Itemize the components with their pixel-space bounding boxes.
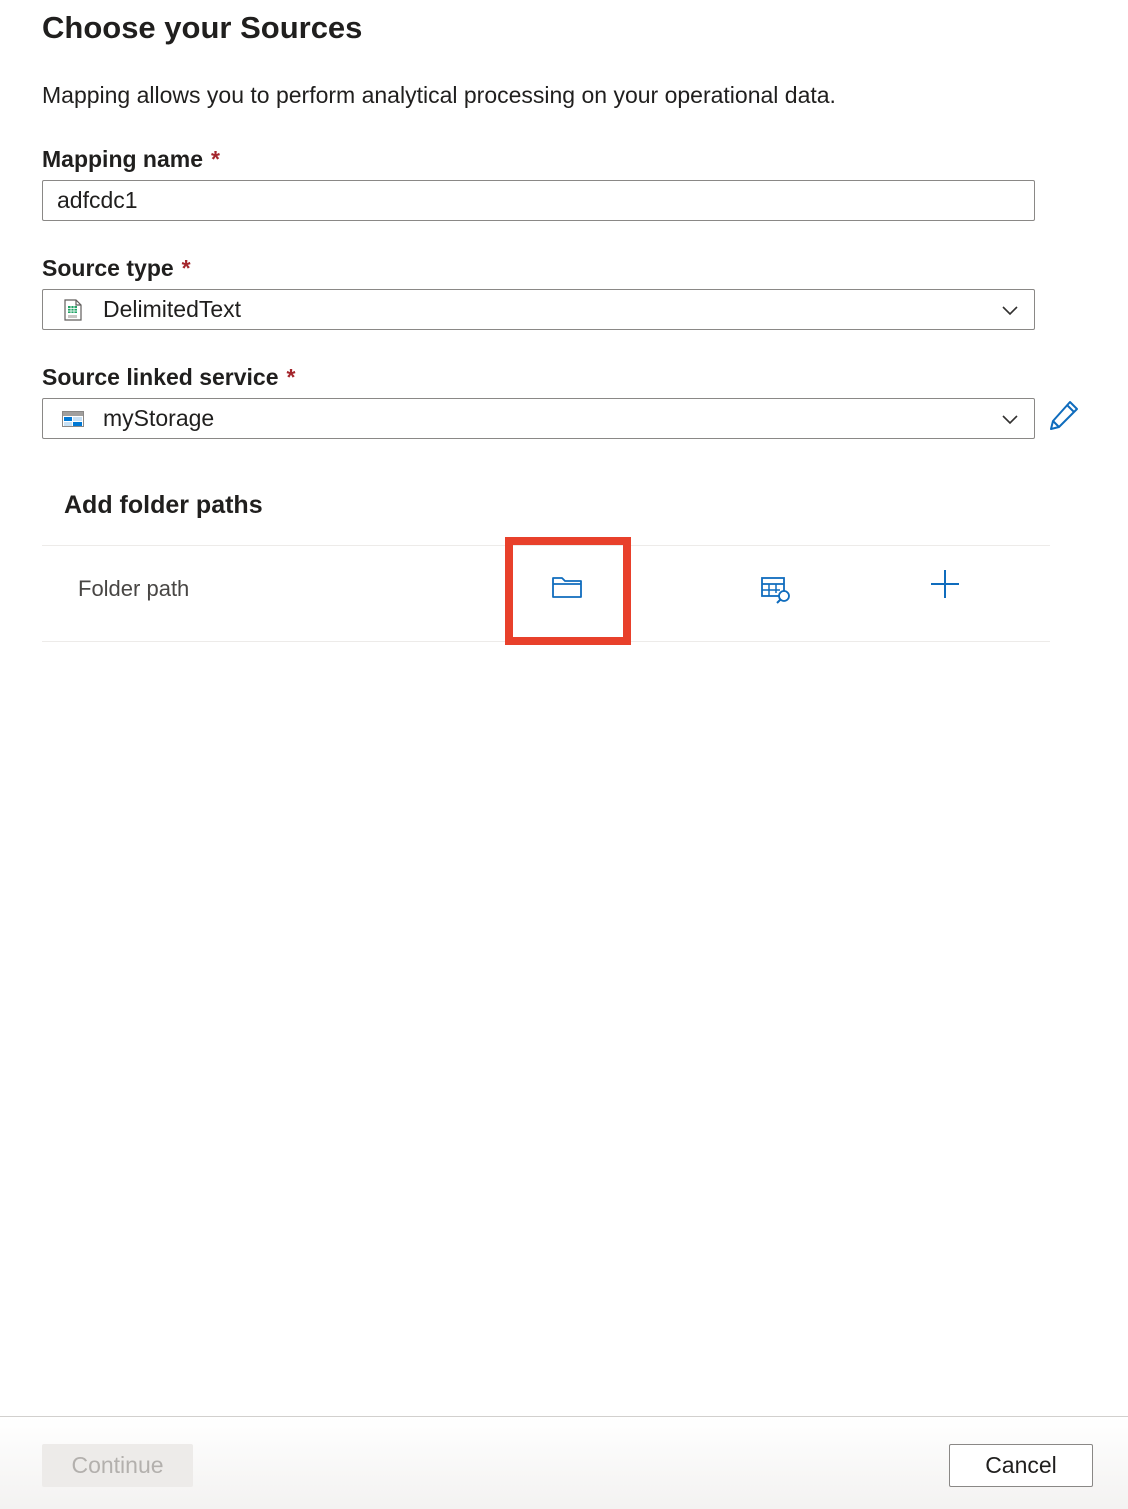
page-title: Choose your Sources xyxy=(42,10,363,45)
mapping-name-label-text: Mapping name xyxy=(42,146,204,172)
source-linked-service-label-text: Source linked service xyxy=(42,364,279,390)
highlight-box xyxy=(505,537,631,645)
chevron-down-icon xyxy=(1000,409,1020,429)
cancel-button[interactable]: Cancel xyxy=(949,1444,1093,1487)
mapping-name-label: Mapping name * xyxy=(42,146,220,173)
csv-file-icon xyxy=(61,298,85,322)
edit-linked-service-button[interactable] xyxy=(1046,400,1082,434)
required-asterisk: * xyxy=(286,364,296,390)
source-type-label-text: Source type xyxy=(42,255,174,281)
footer-bar: Continue Cancel xyxy=(0,1416,1128,1509)
source-linked-service-dropdown[interactable]: myStorage xyxy=(42,398,1035,439)
chevron-down-icon xyxy=(1000,300,1020,320)
add-folder-paths-title: Add folder paths xyxy=(64,491,263,519)
add-icon xyxy=(929,568,961,605)
source-linked-service-label: Source linked service * xyxy=(42,364,295,391)
source-linked-service-value: myStorage xyxy=(103,405,215,431)
storage-account-icon xyxy=(61,407,85,431)
pencil-icon xyxy=(1048,399,1080,436)
folder-path-label: Folder path xyxy=(78,576,190,601)
add-folder-path-button[interactable] xyxy=(926,568,964,604)
required-asterisk: * xyxy=(211,146,220,172)
table-preview-icon xyxy=(760,575,792,610)
preview-data-button[interactable] xyxy=(756,574,796,610)
source-type-dropdown[interactable]: DelimitedText xyxy=(42,289,1035,330)
source-type-label: Source type * xyxy=(42,255,191,282)
page-description: Mapping allows you to perform analytical… xyxy=(42,82,836,108)
required-asterisk: * xyxy=(181,255,191,281)
mapping-name-input[interactable] xyxy=(42,180,1035,221)
continue-button[interactable]: Continue xyxy=(42,1444,193,1487)
source-type-value: DelimitedText xyxy=(103,296,242,322)
